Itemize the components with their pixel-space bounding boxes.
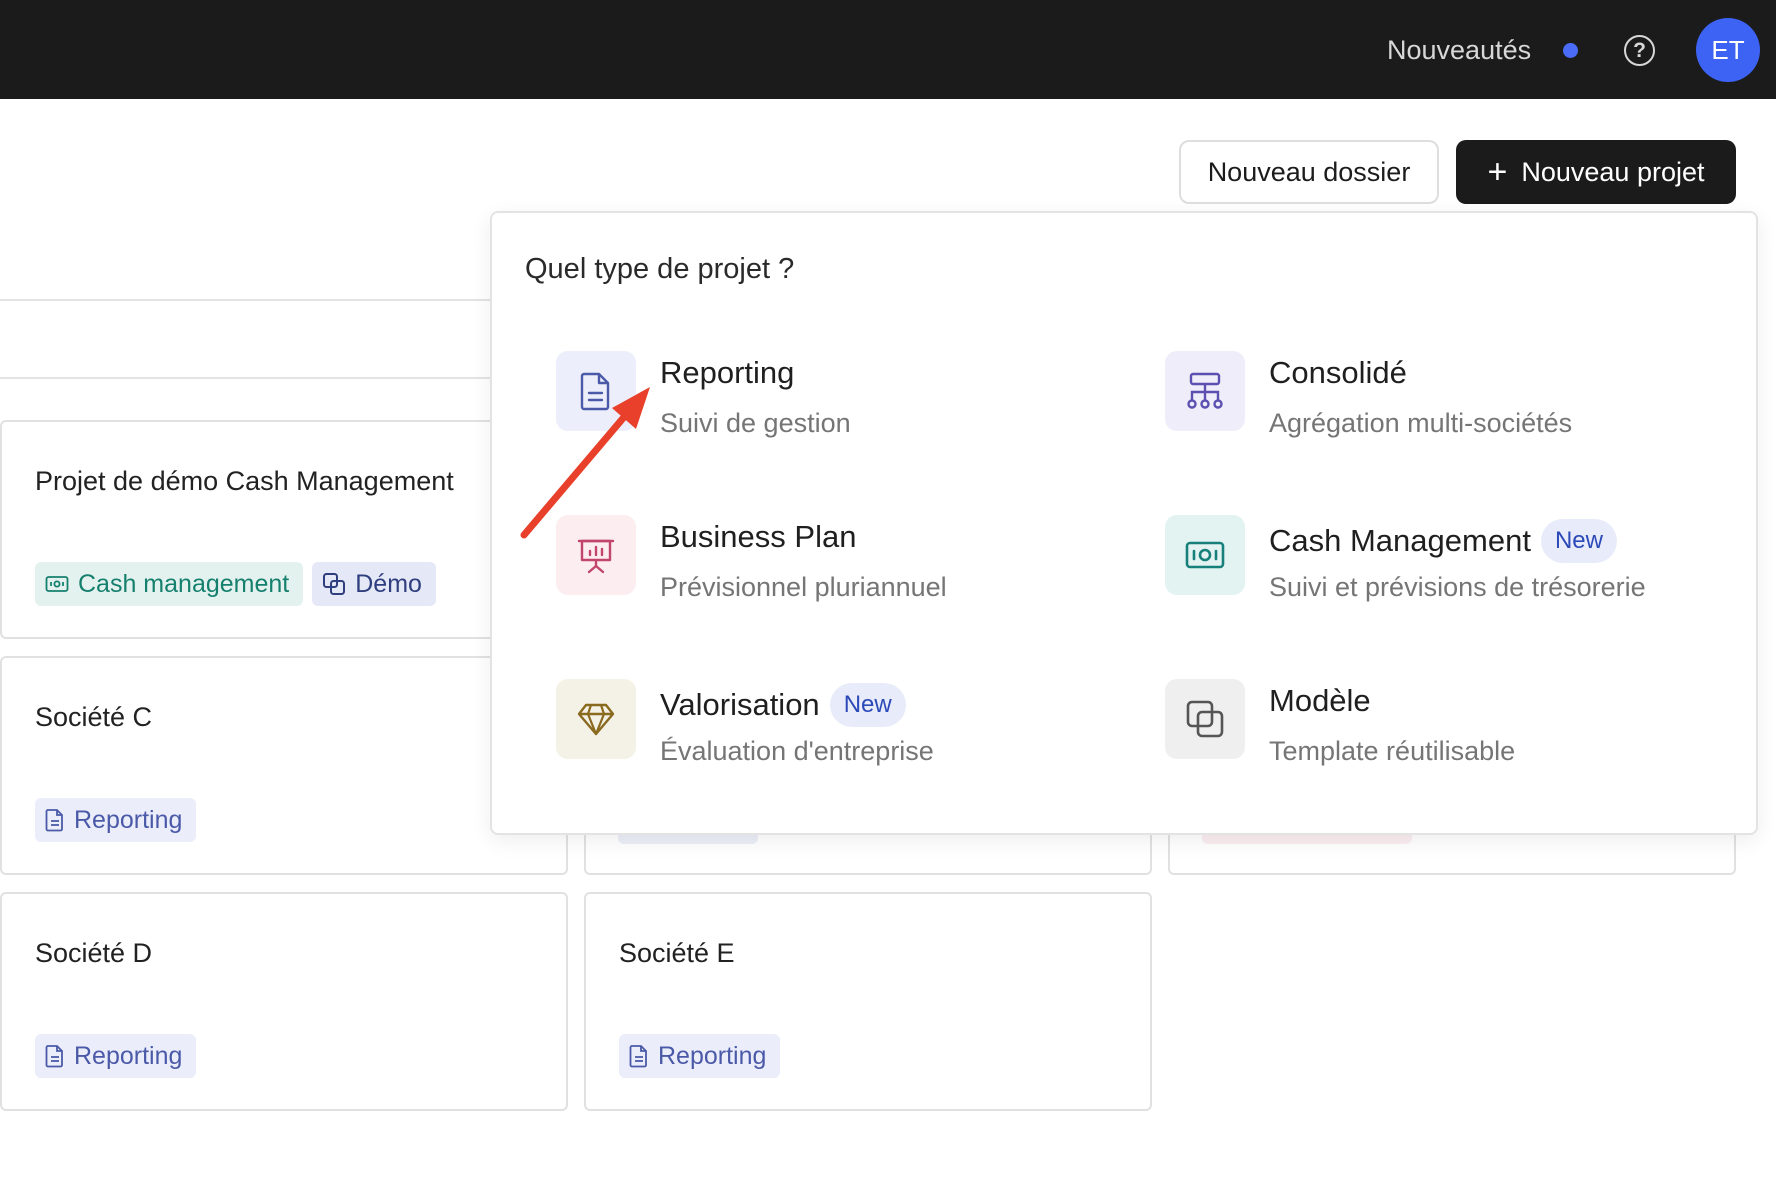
- project-card-title: Société D: [35, 938, 153, 968]
- document-icon: [556, 351, 636, 431]
- copy-icon: [323, 573, 346, 595]
- option-title: Reporting: [660, 355, 795, 390]
- option-subtitle: Agrégation multi-sociétés: [1269, 408, 1573, 438]
- project-card-title: Société C: [35, 702, 153, 732]
- option-cash-management[interactable]: Cash Management New Suivi et prévisions …: [1165, 515, 1725, 615]
- document-icon: [45, 1045, 63, 1068]
- tag-label: Cash management: [78, 569, 290, 598]
- new-badge: New: [1540, 519, 1617, 563]
- document-icon: [45, 809, 63, 832]
- plus-icon: +: [1487, 153, 1508, 191]
- tag-reporting: Reporting: [619, 1034, 781, 1078]
- project-card[interactable]: Société D Reporting: [0, 892, 568, 1111]
- diamond-icon: [556, 679, 636, 759]
- news-indicator-dot: [1563, 43, 1578, 58]
- project-type-dropdown: Quel type de projet ? Reporting Suivi de…: [490, 211, 1758, 835]
- tag-reporting: Reporting: [35, 798, 197, 842]
- question-circle-icon[interactable]: ?: [1624, 35, 1655, 66]
- option-subtitle: Évaluation d'entreprise: [660, 736, 934, 766]
- hierarchy-icon: [1165, 351, 1245, 431]
- new-project-button[interactable]: + Nouveau projet: [1456, 140, 1736, 204]
- option-title-text: Valorisation: [660, 687, 820, 722]
- option-subtitle: Suivi de gestion: [660, 408, 851, 438]
- avatar[interactable]: ET: [1696, 18, 1760, 82]
- banknote-icon: [1165, 515, 1245, 595]
- project-card-title: Projet de démo Cash Management: [35, 466, 454, 496]
- presentation-icon: [556, 515, 636, 595]
- option-consolide[interactable]: Consolidé Agrégation multi-sociétés: [1165, 351, 1725, 451]
- project-card[interactable]: Société E Reporting: [584, 892, 1152, 1111]
- option-subtitle: Suivi et prévisions de trésorerie: [1269, 572, 1646, 602]
- project-card[interactable]: Société C Reporting: [0, 656, 568, 875]
- option-title: Consolidé: [1269, 355, 1407, 390]
- tag-cash-management: Cash management: [35, 562, 304, 606]
- option-title: Valorisation New: [660, 683, 906, 727]
- option-title-text: Cash Management: [1269, 523, 1531, 558]
- dropdown-title: Quel type de projet ?: [525, 253, 795, 285]
- project-card[interactable]: Projet de démo Cash Management Cash mana…: [0, 420, 568, 639]
- project-card-title: Société E: [619, 938, 735, 968]
- document-icon: [629, 1045, 647, 1068]
- tag-label: Reporting: [658, 1041, 767, 1070]
- news-link[interactable]: Nouveautés: [1387, 30, 1531, 70]
- banknote-icon: [45, 576, 69, 592]
- tag-demo: Démo: [312, 562, 436, 606]
- divider: [0, 377, 492, 379]
- option-reporting[interactable]: Reporting Suivi de gestion: [556, 351, 1076, 451]
- option-subtitle: Template réutilisable: [1269, 736, 1516, 766]
- tag-reporting: Reporting: [35, 1034, 197, 1078]
- new-badge: New: [829, 683, 906, 727]
- divider: [0, 299, 492, 301]
- option-valorisation[interactable]: Valorisation New Évaluation d'entreprise: [556, 679, 1076, 779]
- hidden-tag: [618, 834, 758, 844]
- tag-label: Démo: [355, 569, 422, 598]
- option-title: Cash Management New: [1269, 519, 1617, 563]
- tag-label: Reporting: [74, 805, 183, 834]
- option-business-plan[interactable]: Business Plan Prévisionnel pluriannuel: [556, 515, 1076, 615]
- option-modele[interactable]: Modèle Template réutilisable: [1165, 679, 1725, 779]
- copy-icon: [1165, 679, 1245, 759]
- hidden-tag: [1202, 834, 1412, 844]
- option-subtitle: Prévisionnel pluriannuel: [660, 572, 947, 602]
- new-project-label: Nouveau projet: [1521, 156, 1705, 187]
- tag-label: Reporting: [74, 1041, 183, 1070]
- option-title: Modèle: [1269, 683, 1371, 718]
- new-folder-button[interactable]: Nouveau dossier: [1179, 140, 1439, 204]
- option-title: Business Plan: [660, 519, 857, 554]
